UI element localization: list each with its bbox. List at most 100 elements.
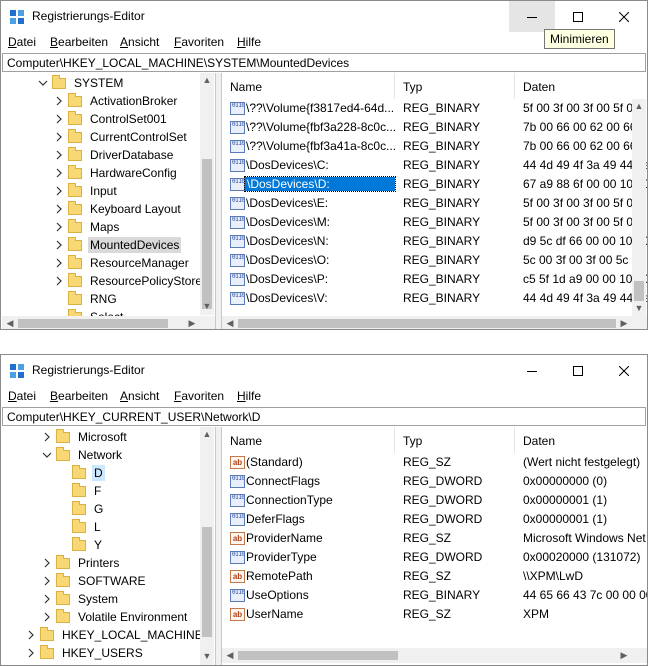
chevron-right-icon[interactable]	[42, 432, 52, 442]
menu-datei[interactable]: Datei	[8, 389, 36, 403]
value-row[interactable]: ab RemotePath REG_SZ \\XPM\LwD	[222, 567, 647, 586]
value-row[interactable]: 0110 1001\??\Volume{f3817ed4-64d... REG_B…	[222, 99, 647, 118]
menu-bearbeiten[interactable]: Bearbeiten	[50, 35, 108, 49]
scroll-left-arrow-icon[interactable]: ◀	[224, 316, 236, 329]
menu-favoriten[interactable]: Favoriten	[174, 35, 224, 49]
column-divider[interactable]	[394, 73, 395, 99]
value-row[interactable]: 0110 1001\??\Volume{fbf3a41a-8c0c... REG_…	[222, 137, 647, 156]
chevron-down-icon[interactable]	[38, 78, 48, 88]
value-row[interactable]: 0110 1001ConnectFlags REG_DWORD 0x00000000…	[222, 472, 647, 491]
chevron-right-icon[interactable]	[54, 114, 64, 124]
tree-node-printers[interactable]: Printers	[42, 554, 121, 572]
value-row[interactable]: 0110 1001\DosDevices\E: REG_BINARY 5f 00 3…	[222, 194, 647, 213]
close-button[interactable]	[601, 1, 647, 32]
scrollbar-thumb[interactable]	[634, 281, 644, 301]
scrollbar-thumb[interactable]	[202, 527, 212, 637]
chevron-right-icon[interactable]	[54, 222, 64, 232]
scroll-down-arrow-icon[interactable]: ▼	[201, 299, 213, 314]
address-bar[interactable]: Computer\HKEY_CURRENT_USER\Network\D	[2, 407, 646, 426]
values-horizontal-scrollbar[interactable]: ◀ ▶	[222, 648, 647, 663]
values-horizontal-scrollbar[interactable]: ◀ ▶	[222, 316, 647, 329]
scroll-left-arrow-icon[interactable]: ◀	[224, 648, 236, 663]
scroll-up-arrow-icon[interactable]: ▲	[201, 73, 213, 88]
scroll-up-arrow-icon[interactable]: ▲	[201, 427, 213, 442]
value-row[interactable]: 0110 1001ConnectionType REG_DWORD 0x000000…	[222, 491, 647, 510]
tree-node-microsoft[interactable]: Microsoft	[42, 428, 129, 446]
chevron-right-icon[interactable]	[54, 96, 64, 106]
scroll-right-arrow-icon[interactable]: ▶	[618, 316, 630, 329]
value-row[interactable]: ab UserName REG_SZ XPM	[222, 605, 647, 624]
tree-node-hkey-local-machine[interactable]: HKEY_LOCAL_MACHINE	[26, 626, 205, 644]
value-row[interactable]: ab ProviderName REG_SZ Microsoft Windows Ne…	[222, 529, 647, 548]
value-row[interactable]: 0110 1001\??\Volume{fbf3a228-8c0c... REG_…	[222, 118, 647, 137]
chevron-right-icon[interactable]	[42, 576, 52, 586]
values-list-pane[interactable]: Name Typ Daten ab (Standard) REG_SZ (Wert n…	[221, 427, 647, 665]
chevron-right-icon[interactable]	[54, 186, 64, 196]
menu-favoriten[interactable]: Favoriten	[174, 389, 224, 403]
tree-node-network-d[interactable]: D	[58, 464, 105, 482]
chevron-right-icon[interactable]	[54, 258, 64, 268]
scroll-down-arrow-icon[interactable]: ▼	[633, 301, 645, 316]
tree-node-activationbroker[interactable]: ActivationBroker	[54, 92, 179, 110]
column-header-data[interactable]: Daten	[523, 427, 555, 453]
values-vertical-scrollbar[interactable]: ▲ ▼	[632, 99, 646, 316]
menu-hilfe[interactable]: Hilfe	[237, 35, 261, 49]
value-row[interactable]: 0110 1001\DosDevices\O: REG_BINARY 5c 00 3…	[222, 251, 647, 270]
minimize-button[interactable]	[509, 355, 555, 386]
chevron-down-icon[interactable]	[42, 450, 52, 460]
address-bar[interactable]: Computer\HKEY_LOCAL_MACHINE\SYSTEM\Mount…	[2, 53, 646, 72]
chevron-right-icon[interactable]	[54, 240, 64, 250]
close-button[interactable]	[601, 355, 647, 386]
column-header-name[interactable]: Name	[230, 427, 262, 453]
key-tree-pane[interactable]: SYSTEM ActivationBroker ControlSet001 Curr…	[2, 73, 216, 329]
column-header-data[interactable]: Daten	[523, 73, 555, 99]
column-divider[interactable]	[514, 73, 515, 99]
key-tree-pane[interactable]: Microsoft Network D F G L Y Printers SOFTWARE Sys…	[2, 427, 216, 665]
value-row[interactable]: 0110 1001UseOptions REG_BINARY 44 65 66 43…	[222, 586, 647, 605]
tree-node-hkey-users[interactable]: HKEY_USERS	[26, 644, 145, 662]
tree-node-controlset001[interactable]: ControlSet001	[54, 110, 169, 128]
chevron-right-icon[interactable]	[54, 168, 64, 178]
column-header-type[interactable]: Typ	[403, 427, 422, 453]
tree-node-resourcepolicystore[interactable]: ResourcePolicyStore	[54, 272, 204, 290]
menu-ansicht[interactable]: Ansicht	[120, 389, 159, 403]
tree-node-resourcemanager[interactable]: ResourceManager	[54, 254, 191, 272]
menu-ansicht[interactable]: Ansicht	[120, 35, 159, 49]
scrollbar-thumb[interactable]	[238, 319, 616, 328]
tree-node-hardwareconfig[interactable]: HardwareConfig	[54, 164, 179, 182]
tree-node-network-l[interactable]: L	[58, 518, 103, 536]
tree-node-network-f[interactable]: F	[58, 482, 103, 500]
column-divider[interactable]	[394, 427, 395, 453]
value-row[interactable]: 0110 1001\DosDevices\D: REG_BINARY 67 a9 8…	[222, 175, 647, 194]
maximize-button[interactable]	[555, 1, 601, 32]
tree-node-network-g[interactable]: G	[58, 500, 105, 518]
column-divider[interactable]	[514, 427, 515, 453]
scroll-right-arrow-icon[interactable]: ▶	[618, 648, 630, 663]
value-row[interactable]: ab (Standard) REG_SZ (Wert nicht festgelegt…	[222, 453, 647, 472]
scroll-up-arrow-icon[interactable]: ▲	[633, 99, 645, 114]
scroll-right-arrow-icon[interactable]: ▶	[186, 316, 198, 329]
column-header-name[interactable]: Name	[230, 73, 262, 99]
menu-bearbeiten[interactable]: Bearbeiten	[50, 389, 108, 403]
tree-node-rng[interactable]: RNG	[54, 290, 119, 308]
value-row[interactable]: 0110 1001\DosDevices\N: REG_BINARY d9 5c d…	[222, 232, 647, 251]
value-row[interactable]: 0110 1001\DosDevices\C: REG_BINARY 44 4d 4…	[222, 156, 647, 175]
tree-node-currentcontrolset[interactable]: CurrentControlSet	[54, 128, 189, 146]
scroll-down-arrow-icon[interactable]: ▼	[201, 649, 213, 664]
tree-node-system[interactable]: SYSTEM	[38, 74, 125, 92]
tree-node-maps[interactable]: Maps	[54, 218, 121, 236]
menu-hilfe[interactable]: Hilfe	[237, 389, 261, 403]
scrollbar-thumb[interactable]	[238, 651, 398, 660]
tree-vertical-scrollbar[interactable]: ▲ ▼	[200, 73, 214, 315]
value-row[interactable]: 0110 1001\DosDevices\V: REG_BINARY 44 4d 4…	[222, 289, 647, 308]
tree-node-keyboard-layout[interactable]: Keyboard Layout	[54, 200, 183, 218]
tree-node-driverdatabase[interactable]: DriverDatabase	[54, 146, 175, 164]
chevron-right-icon[interactable]	[42, 612, 52, 622]
tree-node-system[interactable]: System	[42, 590, 120, 608]
column-header-type[interactable]: Typ	[403, 73, 422, 99]
tree-vertical-scrollbar[interactable]: ▲ ▼	[200, 427, 214, 665]
scrollbar-thumb[interactable]	[18, 319, 168, 328]
value-row[interactable]: 0110 1001DeferFlags REG_DWORD 0x00000001 (…	[222, 510, 647, 529]
tree-node-mounteddevices[interactable]: MountedDevices	[54, 236, 182, 254]
scrollbar-thumb[interactable]	[202, 159, 212, 309]
